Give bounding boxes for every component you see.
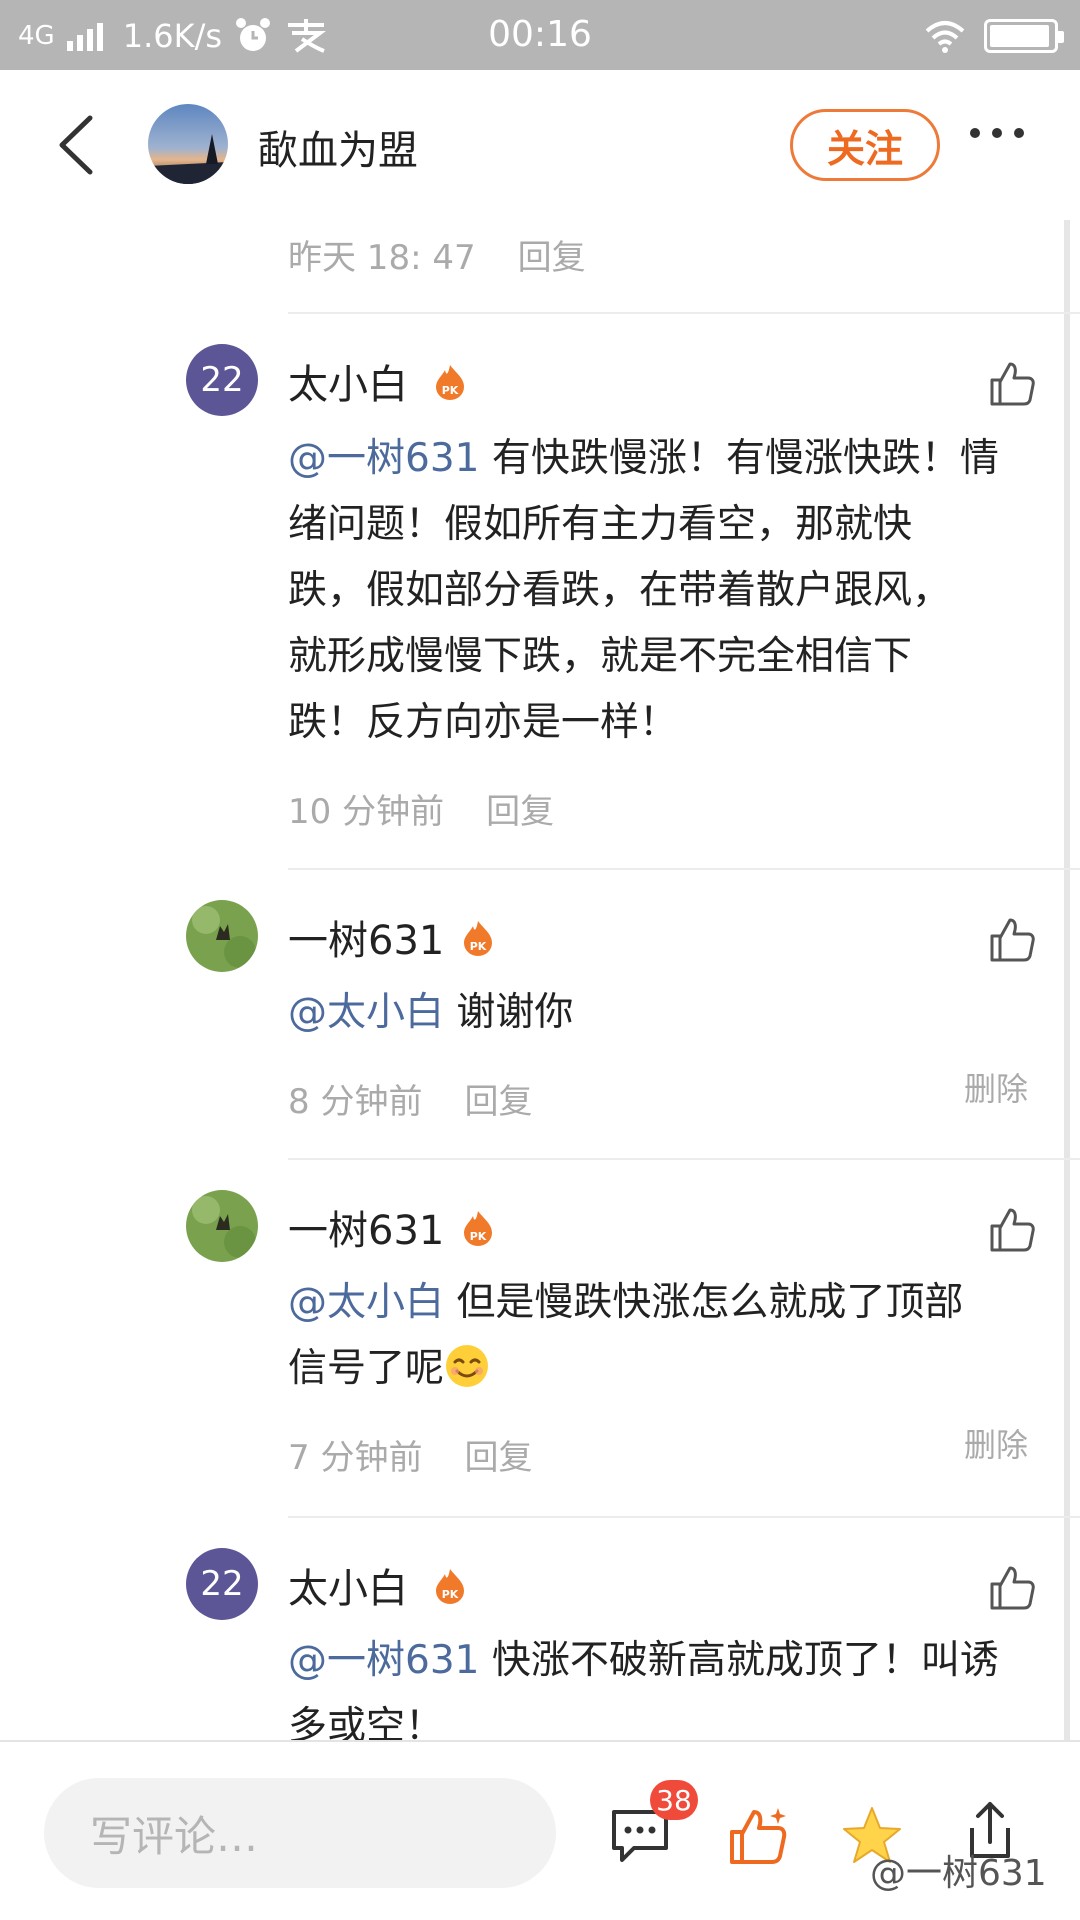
comment-line: 就形成慢慢下跌，就是不完全相信下 [288, 634, 913, 679]
status-bar: 4G 1.6K/s 00:16 [0, 0, 1080, 70]
svg-text:PK: PK [442, 384, 459, 397]
avatar[interactable] [186, 1190, 258, 1262]
thumb-up-icon[interactable] [726, 1804, 790, 1868]
comment-meta: 昨天 18: 47 回复 [288, 230, 586, 279]
header: 歃血为盟 关注 [0, 70, 1080, 220]
status-time: 00:16 [488, 14, 592, 55]
scrollbar[interactable] [1064, 220, 1070, 1740]
like-icon[interactable] [988, 1564, 1036, 1612]
comment-line: 但是慢跌快涨怎么就成了顶部 [456, 1280, 964, 1325]
pk-badge-icon: PK [464, 1211, 492, 1246]
mention-link[interactable]: @太小白 [288, 1280, 444, 1325]
like-icon[interactable] [988, 1206, 1036, 1254]
comment-time: 8 分钟前 [288, 1082, 423, 1122]
battery-fill [990, 25, 1049, 47]
comment-text: @太小白 谢谢你 [288, 980, 1028, 1046]
pk-badge-icon: PK [436, 365, 464, 400]
comment-line: 有快跌慢涨！有慢涨快跌！情 [491, 436, 999, 481]
more-icon[interactable] [970, 128, 1024, 138]
avatar[interactable] [148, 104, 228, 184]
pk-badge-icon: PK [464, 921, 492, 956]
page-title: 歃血为盟 [258, 128, 418, 174]
comment-time: 7 分钟前 [288, 1438, 423, 1478]
comment-author[interactable]: 太小白 [288, 1556, 408, 1614]
reply-button[interactable]: 回复 [486, 784, 554, 833]
delete-button[interactable]: 删除 [964, 1420, 1028, 1466]
avatar[interactable]: 22 [186, 1548, 258, 1620]
comment-count-badge: 38 [650, 1780, 698, 1820]
svg-text:PK: PK [442, 1588, 459, 1601]
comment-meta: 10 分钟前 回复 [288, 784, 554, 833]
avatar[interactable]: 22 [186, 344, 258, 416]
battery-icon [984, 19, 1064, 53]
reply-button[interactable]: 回复 [464, 1074, 532, 1123]
reply-button[interactable]: 回复 [518, 230, 586, 279]
comment-meta: 7 分钟前 回复 [288, 1430, 532, 1479]
comment-time: 昨天 18: 47 [288, 238, 476, 278]
comment-input[interactable]: 写评论… [44, 1778, 556, 1888]
bottom-bar: 写评论… 38 @一树631 [0, 1740, 1080, 1920]
comment-text: @一树631 快涨不破新高就成顶了！叫诱 多或空！ [288, 1628, 1028, 1740]
divider [288, 868, 1080, 870]
mention-link[interactable]: @一树631 [288, 436, 479, 481]
comment-line: 谢谢你 [456, 990, 574, 1035]
comment-line: 多或空！ [288, 1704, 445, 1740]
comment-line: 跌，假如部分看跌，在带着散户跟风， [288, 568, 952, 613]
divider [288, 312, 1080, 314]
smile-emoji-icon [446, 1345, 489, 1387]
watermark-text: @一树631 [870, 1853, 1047, 1894]
svg-text:PK: PK [470, 940, 487, 953]
comment-line: 绪问题！假如所有主力看空，那就快 [288, 502, 913, 547]
like-icon[interactable] [988, 916, 1036, 964]
comment-line: 信号了呢 [288, 1346, 445, 1391]
comment-author[interactable]: 一树631 [288, 908, 444, 966]
comment-text: @一树631 有快跌慢涨！有慢涨快跌！情 绪问题！假如所有主力看空，那就快 跌，… [288, 426, 1028, 756]
comment-author[interactable]: 一树631 [288, 1198, 444, 1256]
mention-link[interactable]: @太小白 [288, 990, 444, 1035]
status-right [924, 16, 1064, 56]
like-icon[interactable] [988, 360, 1036, 408]
comment-author[interactable]: 太小白 [288, 352, 408, 410]
divider [288, 1158, 1080, 1160]
mention-link[interactable]: @一树631 [288, 1638, 479, 1683]
delete-button[interactable]: 删除 [964, 1064, 1028, 1110]
comment-time: 10 分钟前 [288, 792, 445, 832]
comment-line: 跌！反方向亦是一样！ [288, 700, 679, 745]
back-icon[interactable] [50, 110, 110, 180]
reply-button[interactable]: 回复 [464, 1430, 532, 1479]
comment-text: @太小白 但是慢跌快涨怎么就成了顶部 信号了呢 [288, 1270, 1028, 1402]
pk-badge-icon: PK [436, 1569, 464, 1604]
comment-meta: 8 分钟前 回复 [288, 1074, 532, 1123]
comment-line: 快涨不破新高就成顶了！叫诱 [491, 1638, 999, 1683]
comment-list[interactable]: 昨天 18: 47 回复 22 太小白 PK @一树631 有快跌慢涨！有慢涨快… [0, 220, 1080, 1740]
svg-text:PK: PK [470, 1230, 487, 1243]
avatar[interactable] [186, 900, 258, 972]
avatar-image [186, 900, 258, 972]
follow-button[interactable]: 关注 [790, 109, 940, 181]
divider [288, 1516, 1080, 1518]
avatar-image [148, 104, 228, 184]
avatar-image [186, 1190, 258, 1262]
wifi-icon [925, 21, 965, 53]
